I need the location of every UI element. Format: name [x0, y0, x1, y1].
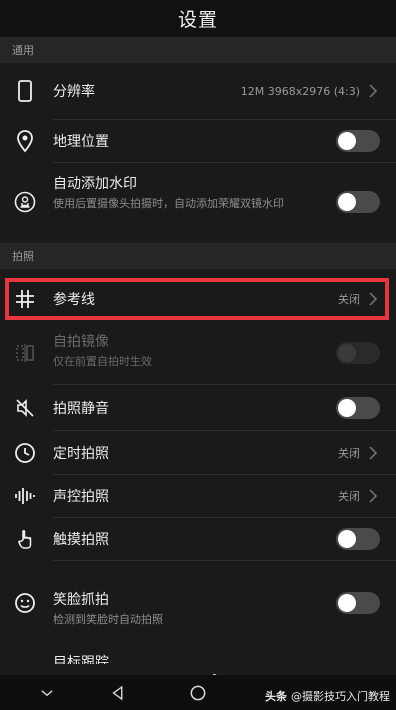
watermark-stamp-icon [12, 189, 38, 215]
touch-hand-icon [12, 526, 38, 552]
clock-icon [12, 440, 38, 466]
section-header-general: 通用 [0, 37, 396, 63]
setting-description: 使用后置摄像头拍摄时，自动添加荣耀双镜水印 [53, 197, 284, 210]
setting-value: 12M 3968x2976 (4:3) [240, 84, 360, 98]
speaker-mute-icon [12, 395, 38, 421]
setting-smile[interactable]: 笑脸抓拍 检测到笑脸时自动拍照 [0, 561, 396, 645]
setting-value: 关闭 [338, 446, 360, 460]
setting-label: 目标跟踪 [53, 655, 109, 664]
mirror-toggle [336, 342, 380, 364]
setting-label: 声控拍照 [53, 489, 109, 505]
setting-description: 仅在前置自拍时生效 [53, 355, 152, 368]
toggle-knob [338, 193, 356, 211]
page-indicator [0, 664, 396, 679]
sound-wave-icon [12, 483, 38, 509]
toggle-knob [338, 398, 356, 417]
setting-partial[interactable]: 目标跟踪 [0, 650, 396, 664]
setting-watermark[interactable]: 自动添加水印 使用后置摄像头拍摄时，自动添加荣耀双镜水印 [0, 163, 396, 241]
setting-mirror: 自拍镜像 仅在前置自拍时生效 [0, 322, 396, 384]
watermark-toggle[interactable] [336, 191, 380, 213]
setting-value: 关闭 [338, 293, 360, 306]
chevron-right-icon [368, 291, 378, 307]
setting-label: 自动添加水印 [53, 176, 137, 192]
setting-description: 检测到笑脸时自动拍照 [53, 613, 163, 626]
chevron-right-icon [368, 445, 378, 461]
setting-label: 触摸拍照 [53, 532, 109, 548]
touch-toggle[interactable] [336, 528, 380, 550]
location-pin-icon [12, 128, 38, 154]
setting-label: 拍照静音 [53, 400, 109, 417]
chevron-right-icon [368, 488, 378, 504]
smiley-face-icon [12, 590, 38, 616]
watermark-overlay: 头条 @摄影技巧入门教程 [265, 688, 390, 704]
home-circle-icon[interactable] [186, 681, 210, 705]
title-bar: 设置 [0, 0, 396, 37]
setting-value: 关闭 [338, 490, 360, 503]
setting-resolution[interactable]: 分辨率 12M 3968x2976 (4:3) [0, 63, 396, 119]
setting-grid[interactable]: 参考线 关闭 [0, 278, 396, 320]
toggle-knob [338, 594, 356, 612]
section-header-shooting: 拍照 [0, 243, 396, 269]
watermark-text: @摄影技巧入门教程 [291, 690, 390, 703]
setting-timer[interactable]: 定时拍照 关闭 [0, 431, 396, 474]
toggle-knob [338, 132, 356, 150]
setting-voice[interactable]: 声控拍照 关闭 [0, 475, 396, 517]
location-toggle[interactable] [336, 130, 380, 152]
setting-label: 参考线 [53, 292, 95, 308]
back-triangle-icon[interactable] [106, 681, 130, 705]
mirror-icon [12, 340, 38, 366]
setting-label: 笑脸抓拍 [53, 592, 109, 608]
toggle-knob [338, 530, 356, 548]
toggle-knob [338, 344, 356, 362]
setting-mute[interactable]: 拍照静音 [0, 385, 396, 430]
setting-touch[interactable]: 触摸拍照 [0, 518, 396, 560]
chevron-right-icon [368, 83, 378, 99]
page-title: 设置 [177, 9, 218, 31]
watermark-logo: 头条 [265, 690, 287, 703]
phone-icon [12, 78, 38, 104]
chevron-down-icon[interactable] [35, 681, 59, 705]
smile-toggle[interactable] [336, 592, 380, 614]
setting-label: 定时拍照 [53, 445, 109, 462]
mute-toggle[interactable] [336, 396, 380, 419]
grid-hash-icon [12, 286, 38, 312]
setting-location[interactable]: 地理位置 [0, 120, 396, 162]
setting-label: 自拍镜像 [53, 334, 109, 350]
setting-label: 地理位置 [53, 134, 109, 150]
